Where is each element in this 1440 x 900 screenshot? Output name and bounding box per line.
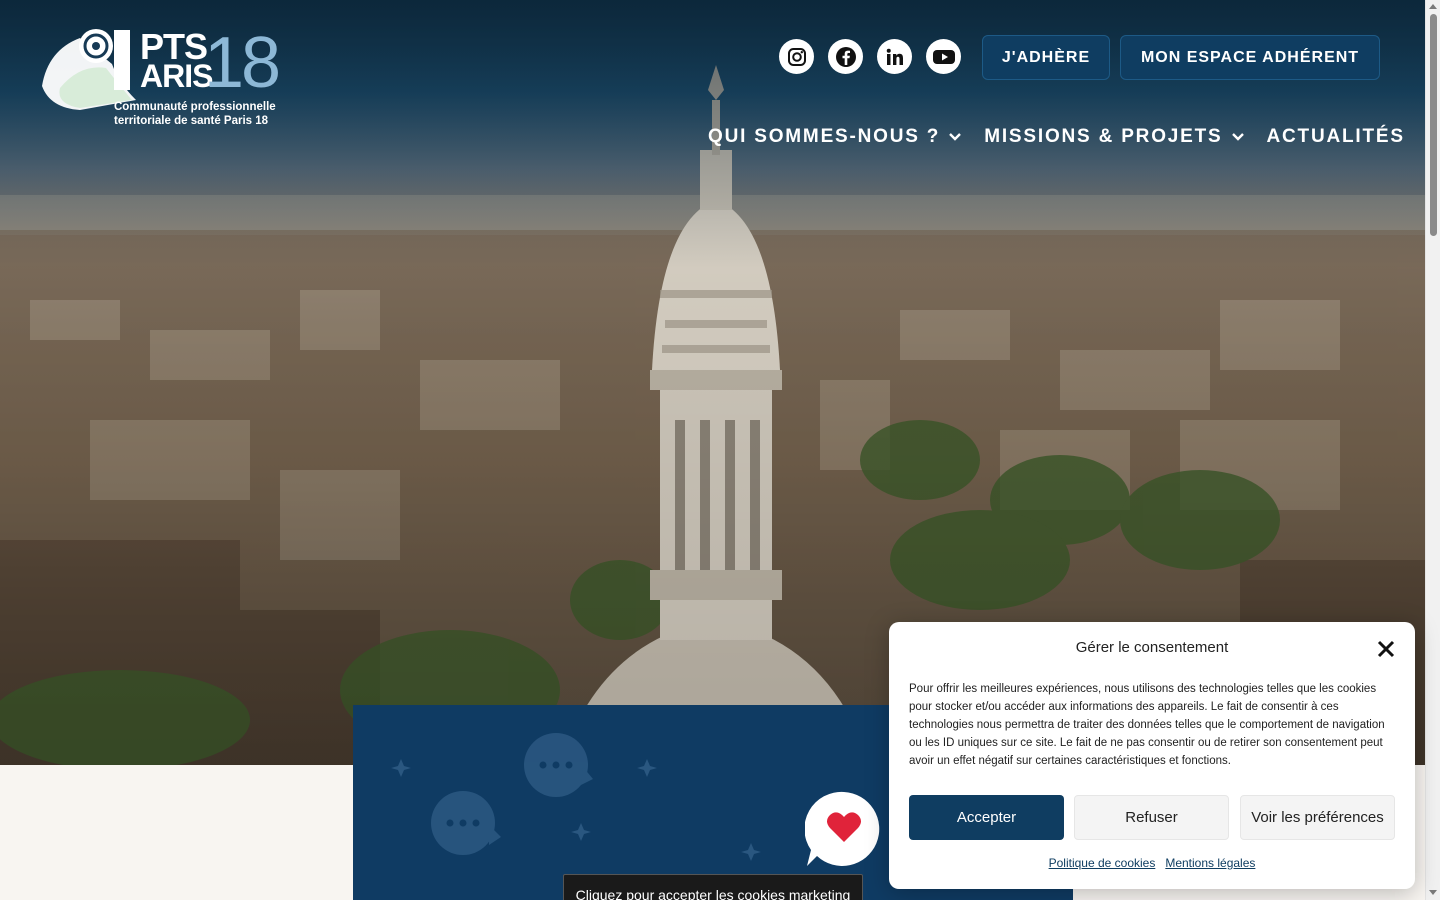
scroll-thumb[interactable] bbox=[1430, 14, 1437, 236]
marketing-cookie-notice[interactable]: Cliquez pour accepter les cookies market… bbox=[563, 874, 863, 900]
nav-item-label: MISSIONS & PROJETS bbox=[984, 126, 1223, 147]
cookie-consent-dialog: Gérer le consentement Pour offrir les me… bbox=[889, 622, 1415, 889]
nav-item-actualites[interactable]: ACTUALITÉS bbox=[1267, 126, 1405, 148]
logo-tagline-line2: territoriale de santé Paris 18 bbox=[114, 115, 269, 127]
preferences-button[interactable]: Voir les préférences bbox=[1240, 795, 1395, 840]
chevron-down-icon bbox=[949, 133, 962, 141]
facebook-link[interactable] bbox=[828, 39, 863, 74]
youtube-link[interactable] bbox=[926, 39, 961, 74]
nav-item-qui-sommes-nous[interactable]: QUI SOMMES-NOUS ? bbox=[708, 126, 962, 148]
adhere-button[interactable]: J'ADHÈRE bbox=[982, 35, 1110, 80]
instagram-icon bbox=[787, 47, 806, 66]
main-nav: QUI SOMMES-NOUS ? MISSIONS & PROJETS ACT… bbox=[708, 126, 1405, 148]
linkedin-link[interactable] bbox=[877, 39, 912, 74]
consent-links: Politique de cookies Mentions légales bbox=[889, 856, 1415, 870]
facebook-icon bbox=[835, 46, 856, 67]
close-icon[interactable] bbox=[1377, 640, 1395, 658]
legal-notice-link[interactable]: Mentions légales bbox=[1165, 856, 1255, 870]
scroll-down-arrow[interactable] bbox=[1429, 890, 1437, 895]
logo-tagline: Communauté professionnelle territoriale … bbox=[114, 100, 276, 128]
consent-title: Gérer le consentement bbox=[1075, 639, 1229, 656]
linkedin-icon bbox=[886, 48, 903, 65]
instagram-link[interactable] bbox=[779, 39, 814, 74]
member-space-button[interactable]: MON ESPACE ADHÉRENT bbox=[1120, 35, 1380, 80]
scroll-up-arrow[interactable] bbox=[1429, 4, 1437, 9]
site-logo[interactable]: PTS ARIS 18 Communauté professionnelle t… bbox=[40, 23, 285, 134]
accept-button[interactable]: Accepter bbox=[909, 795, 1064, 840]
heart-chat-bubble[interactable] bbox=[805, 790, 883, 868]
page-scrollbar[interactable] bbox=[1425, 0, 1440, 900]
logo-word-aris: ARIS bbox=[140, 58, 213, 94]
logo-number: 18 bbox=[204, 23, 281, 103]
refuse-button[interactable]: Refuser bbox=[1074, 795, 1229, 840]
social-links bbox=[779, 39, 961, 74]
chevron-down-icon bbox=[1231, 133, 1244, 141]
nav-item-label: QUI SOMMES-NOUS ? bbox=[708, 126, 941, 147]
consent-description: Pour offrir les meilleures expériences, … bbox=[909, 683, 1385, 767]
cookie-policy-link[interactable]: Politique de cookies bbox=[1049, 856, 1156, 870]
logo-tagline-line1: Communauté professionnelle bbox=[114, 101, 276, 113]
youtube-icon bbox=[932, 49, 955, 64]
nav-item-missions-projets[interactable]: MISSIONS & PROJETS bbox=[984, 126, 1244, 148]
nav-item-label: ACTUALITÉS bbox=[1266, 126, 1405, 147]
